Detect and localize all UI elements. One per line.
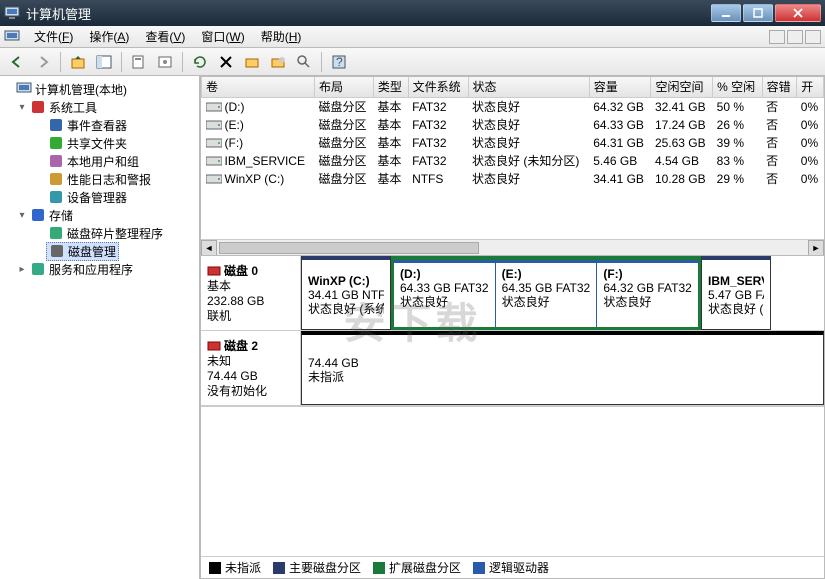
window-title: 计算机管理 bbox=[26, 4, 711, 23]
tree-group[interactable]: ▸服务和应用程序 bbox=[2, 260, 197, 278]
tree-group[interactable]: ▾存储 bbox=[2, 206, 197, 224]
settings-button[interactable] bbox=[267, 51, 289, 73]
tree-group[interactable]: ▾系统工具 bbox=[2, 98, 197, 116]
volume-row[interactable]: (F:)磁盘分区基本FAT32状态良好64.31 GB25.63 GB39 %否… bbox=[202, 134, 824, 152]
forward-button[interactable] bbox=[32, 51, 54, 73]
titlebar: 计算机管理 bbox=[0, 0, 825, 26]
toolbar: ? bbox=[0, 48, 825, 76]
menu-f[interactable]: 文件(F) bbox=[26, 28, 81, 45]
volume-row[interactable]: IBM_SERVICE磁盘分区基本FAT32状态良好 (未知分区)5.46 GB… bbox=[202, 152, 824, 170]
computer-icon bbox=[16, 81, 32, 97]
column-header[interactable]: 文件系统 bbox=[408, 77, 468, 97]
tree-item[interactable]: 事件查看器 bbox=[2, 116, 197, 134]
disk-icon bbox=[207, 339, 221, 353]
scroll-right-button[interactable]: ► bbox=[808, 240, 824, 256]
tree-root-label: 计算机管理(本地) bbox=[35, 81, 127, 98]
computer-icon bbox=[4, 5, 20, 21]
app-icon bbox=[4, 29, 20, 45]
show-hide-tree-button[interactable] bbox=[93, 51, 115, 73]
logical-drive[interactable]: (F:)64.32 GB FAT32状态良好 bbox=[596, 260, 698, 327]
menu-h[interactable]: 帮助(H) bbox=[253, 28, 310, 45]
legend-item: 扩展磁盘分区 bbox=[373, 559, 461, 576]
menubar: 文件(F)操作(A)查看(V)窗口(W)帮助(H) bbox=[0, 26, 825, 48]
extended-partition[interactable]: (D:)64.33 GB FAT32状态良好(E:)64.35 GB FAT32… bbox=[391, 256, 701, 330]
tree-item[interactable]: 本地用户和组 bbox=[2, 152, 197, 170]
volume-row[interactable]: (E:)磁盘分区基本FAT32状态良好64.33 GB17.24 GB26 %否… bbox=[202, 116, 824, 134]
svg-text:?: ? bbox=[336, 55, 343, 69]
disk-row: 磁盘 2未知74.44 GB没有初始化74.44 GB未指派 bbox=[201, 331, 824, 406]
disk-header[interactable]: 磁盘 0基本232.88 GB联机 bbox=[201, 256, 301, 330]
menu-a[interactable]: 操作(A) bbox=[81, 28, 137, 45]
horizontal-scrollbar[interactable]: ◄ ► bbox=[201, 239, 824, 255]
column-header[interactable]: 类型 bbox=[373, 77, 408, 97]
legend-item: 未指派 bbox=[209, 559, 261, 576]
logical-drive[interactable]: (D:)64.33 GB FAT32状态良好 bbox=[394, 260, 495, 327]
scroll-thumb[interactable] bbox=[219, 242, 479, 254]
column-header[interactable]: % 空闲 bbox=[713, 77, 762, 97]
find-button[interactable] bbox=[293, 51, 315, 73]
tree-item[interactable]: 磁盘管理 bbox=[2, 242, 197, 260]
navigation-tree[interactable]: 计算机管理(本地) ▾系统工具事件查看器共享文件夹本地用户和组性能日志和警报设备… bbox=[0, 76, 200, 579]
column-header[interactable]: 容量 bbox=[589, 77, 651, 97]
tree-item[interactable]: 共享文件夹 bbox=[2, 134, 197, 152]
help-button[interactable]: ? bbox=[328, 51, 350, 73]
volume-row[interactable]: (D:)磁盘分区基本FAT32状态良好64.32 GB32.41 GB50 %否… bbox=[202, 97, 824, 116]
menu-v[interactable]: 查看(V) bbox=[137, 28, 193, 45]
volume-row[interactable]: WinXP (C:)磁盘分区基本NTFS状态良好34.41 GB10.28 GB… bbox=[202, 170, 824, 188]
close-button[interactable] bbox=[775, 4, 821, 22]
delete-button[interactable] bbox=[215, 51, 237, 73]
tree-item[interactable]: 性能日志和警报 bbox=[2, 170, 197, 188]
disk-graphical-view: 磁盘 0基本232.88 GB联机WinXP (C:)34.41 GB NTFS… bbox=[200, 256, 825, 579]
partition[interactable]: IBM_SERVI(5.47 GB FAT3状态良好 (未 bbox=[701, 256, 771, 330]
column-header[interactable]: 开 bbox=[797, 77, 824, 97]
content-pane: 卷布局类型文件系统状态容量空闲空间% 空闲容错开 (D:)磁盘分区基本FAT32… bbox=[200, 76, 825, 579]
disk-row: 磁盘 0基本232.88 GB联机WinXP (C:)34.41 GB NTFS… bbox=[201, 256, 824, 331]
disk-icon bbox=[207, 264, 221, 278]
action-button[interactable] bbox=[241, 51, 263, 73]
tree-item[interactable]: 磁盘碎片整理程序 bbox=[2, 224, 197, 242]
logical-drive[interactable]: (E:)64.35 GB FAT32状态良好 bbox=[495, 260, 597, 327]
mdi-minimize[interactable] bbox=[769, 30, 785, 44]
menu-w[interactable]: 窗口(W) bbox=[193, 28, 252, 45]
tree-item[interactable]: 设备管理器 bbox=[2, 188, 197, 206]
scroll-left-button[interactable]: ◄ bbox=[201, 240, 217, 256]
refresh-button[interactable] bbox=[189, 51, 211, 73]
mdi-close[interactable] bbox=[805, 30, 821, 44]
column-header[interactable]: 容错 bbox=[762, 77, 797, 97]
column-header[interactable]: 卷 bbox=[202, 77, 315, 97]
volume-list: 卷布局类型文件系统状态容量空闲空间% 空闲容错开 (D:)磁盘分区基本FAT32… bbox=[200, 76, 825, 256]
properties-button[interactable] bbox=[128, 51, 150, 73]
export-button[interactable] bbox=[154, 51, 176, 73]
back-button[interactable] bbox=[6, 51, 28, 73]
legend-item: 主要磁盘分区 bbox=[273, 559, 361, 576]
column-header[interactable]: 布局 bbox=[314, 77, 373, 97]
maximize-button[interactable] bbox=[743, 4, 773, 22]
tree-root[interactable]: 计算机管理(本地) bbox=[2, 80, 197, 98]
column-header[interactable]: 状态 bbox=[468, 77, 589, 97]
partition[interactable]: WinXP (C:)34.41 GB NTFS状态良好 (系统 bbox=[301, 256, 391, 330]
column-header[interactable]: 空闲空间 bbox=[651, 77, 713, 97]
legend: 未指派主要磁盘分区扩展磁盘分区逻辑驱动器 bbox=[201, 556, 824, 578]
disk-header[interactable]: 磁盘 2未知74.44 GB没有初始化 bbox=[201, 331, 301, 405]
mdi-restore[interactable] bbox=[787, 30, 803, 44]
partition[interactable]: 74.44 GB未指派 bbox=[301, 331, 824, 405]
legend-item: 逻辑驱动器 bbox=[473, 559, 549, 576]
minimize-button[interactable] bbox=[711, 4, 741, 22]
up-button[interactable] bbox=[67, 51, 89, 73]
